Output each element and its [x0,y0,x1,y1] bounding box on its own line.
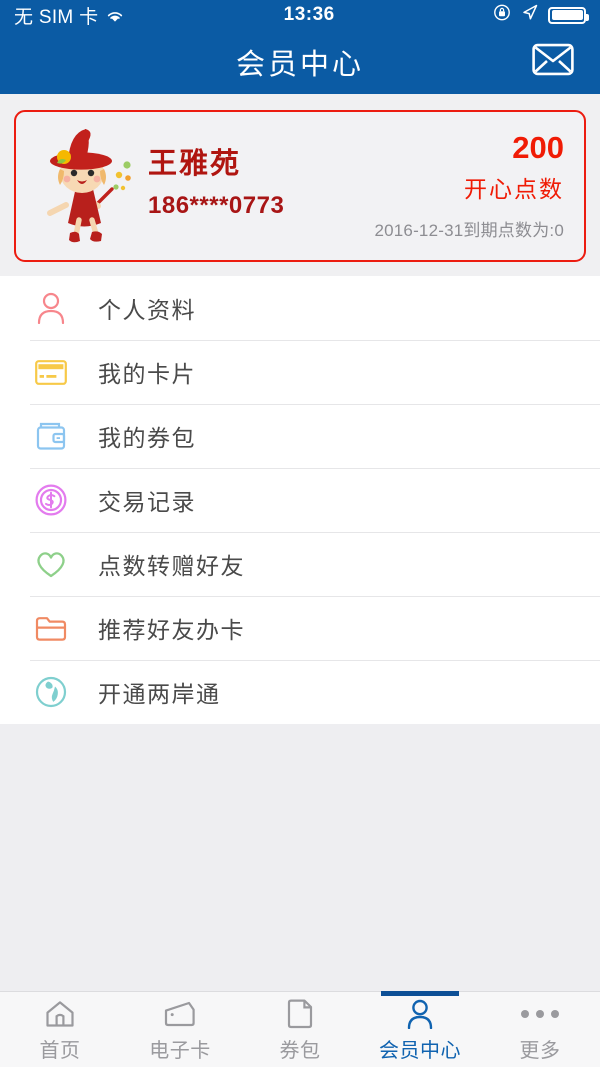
heart-icon [30,543,72,585]
carrier-label: 无 SIM 卡 [14,6,99,28]
tab-label: 首页 [39,1039,81,1062]
menu-item-my-vouchers[interactable]: 我的券包 [0,404,600,468]
page-title: 会员中心 [235,49,364,81]
folder-icon [30,607,72,649]
points-label: 开心点数 [464,176,564,203]
menu-item-label: 个人资料 [98,297,196,323]
person-icon [406,997,434,1031]
menu-item-label: 我的券包 [98,425,196,451]
member-menu-list: 个人资料 我的卡片 我的券包 交易记录 点数转赠好友 推荐好友办卡 开通两岸通 [0,276,600,724]
points-expiry-note: 2016-12-31到期点数为:0 [374,221,564,241]
location-arrow-icon [521,3,539,27]
points-value: 200 [512,129,564,165]
menu-item-transactions[interactable]: 交易记录 [0,468,600,532]
menu-item-my-cards[interactable]: 我的卡片 [0,340,600,404]
globe-icon [30,671,72,713]
bottom-tab-bar: 首页 电子卡 券包 会员中心 更多 [0,991,600,1067]
more-dots-icon [521,997,559,1031]
menu-item-label: 推荐好友办卡 [98,617,245,643]
empty-space [0,724,600,991]
home-icon [45,997,75,1031]
wallet-icon [30,415,72,457]
menu-item-label: 我的卡片 [98,361,196,387]
wifi-icon [105,8,125,23]
menu-item-cross-strait[interactable]: 开通两岸通 [0,660,600,724]
member-card-section: 王雅苑 186****0773 200 开心点数 2016-12-31到期点数为… [0,94,600,276]
coin-dollar-icon [30,479,72,521]
member-identity: 王雅苑 186****0773 [144,146,374,219]
tab-member-center[interactable]: 会员中心 [360,992,480,1067]
credit-card-icon [30,351,72,393]
tab-voucher[interactable]: 券包 [240,992,360,1067]
tab-label: 更多 [519,1039,561,1062]
voucher-icon [287,997,313,1031]
card-icon [164,997,196,1031]
member-name: 王雅苑 [148,148,242,181]
menu-item-label: 点数转赠好友 [98,553,245,579]
tab-label: 电子卡 [149,1039,211,1062]
person-icon [30,287,72,329]
menu-item-label: 交易记录 [98,489,196,515]
menu-item-label: 开通两岸通 [98,681,221,707]
member-phone: 186****0773 [148,191,285,219]
witch-mascot-avatar [24,121,144,251]
status-bar-right [493,3,589,28]
member-card[interactable]: 王雅苑 186****0773 200 开心点数 2016-12-31到期点数为… [14,110,586,262]
menu-item-refer-friend[interactable]: 推荐好友办卡 [0,596,600,660]
tab-label: 会员中心 [379,1039,461,1062]
app-screen: 无 SIM 卡 13:36 会员中心 王雅苑 186****0773 200 开… [0,0,600,1067]
tab-more[interactable]: 更多 [480,992,600,1067]
menu-item-profile[interactable]: 个人资料 [0,276,600,340]
member-points-block: 200 开心点数 2016-12-31到期点数为:0 [374,129,584,241]
app-header: 会员中心 [0,30,600,94]
battery-full-icon [548,6,589,24]
tab-label: 券包 [279,1039,321,1062]
status-bar: 无 SIM 卡 13:36 [0,0,600,30]
menu-item-gift-points[interactable]: 点数转赠好友 [0,532,600,596]
rotation-lock-icon [493,3,512,28]
envelope-icon[interactable] [532,43,574,81]
status-bar-left: 无 SIM 卡 [14,2,125,29]
tab-ecard[interactable]: 电子卡 [120,992,240,1067]
status-bar-clock: 13:36 [283,4,335,25]
tab-home[interactable]: 首页 [0,992,120,1067]
